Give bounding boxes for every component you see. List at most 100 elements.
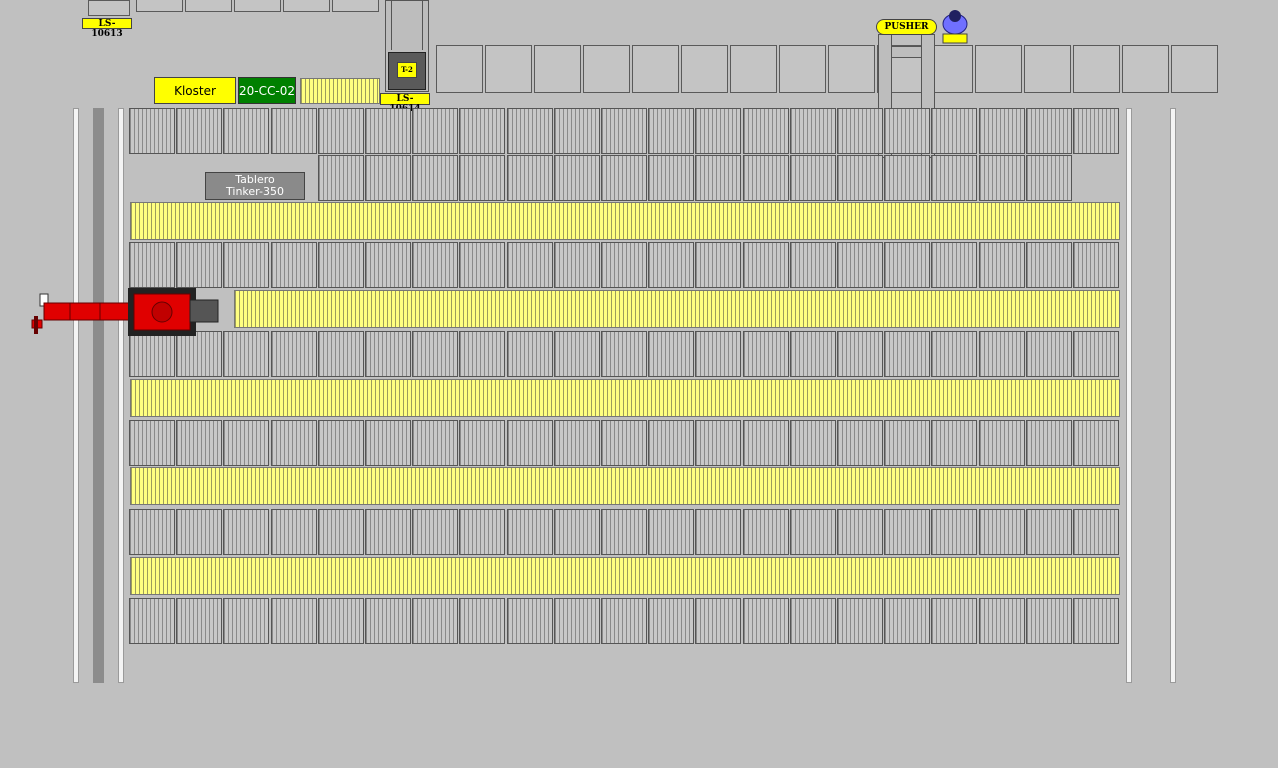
storage-bay[interactable] — [318, 242, 364, 288]
tablero-label[interactable]: Tablero Tinker-350 — [205, 172, 305, 200]
storage-bay[interactable] — [507, 420, 553, 466]
top-cell[interactable] — [485, 45, 532, 93]
storage-bay[interactable] — [837, 155, 883, 201]
storage-bay[interactable] — [648, 242, 694, 288]
storage-bay[interactable] — [1026, 598, 1072, 644]
top-cell[interactable] — [1073, 45, 1120, 93]
storage-bay[interactable] — [884, 155, 930, 201]
storage-bay[interactable] — [837, 598, 883, 644]
storage-bay[interactable] — [176, 509, 222, 555]
transfer-t2-tag[interactable]: T-2 — [397, 62, 417, 78]
storage-bay[interactable] — [459, 108, 505, 154]
top-cell[interactable] — [534, 45, 581, 93]
top-cell[interactable] — [583, 45, 630, 93]
storage-bay[interactable] — [837, 331, 883, 377]
storage-bay[interactable] — [884, 242, 930, 288]
top-cell[interactable] — [632, 45, 679, 93]
storage-bay[interactable] — [176, 420, 222, 466]
top-partial-cell[interactable] — [283, 0, 330, 12]
storage-bay[interactable] — [365, 108, 411, 154]
top-cell[interactable] — [828, 45, 875, 93]
storage-bay[interactable] — [318, 331, 364, 377]
kloster-label[interactable]: Kloster — [154, 77, 236, 104]
operator-icon[interactable] — [940, 6, 970, 46]
storage-bay[interactable] — [412, 331, 458, 377]
storage-bay[interactable] — [365, 598, 411, 644]
top-cell[interactable] — [681, 45, 728, 93]
storage-bay[interactable] — [743, 598, 789, 644]
storage-bay[interactable] — [271, 331, 317, 377]
storage-bay[interactable] — [365, 420, 411, 466]
storage-bay[interactable] — [507, 155, 553, 201]
storage-bay[interactable] — [1026, 509, 1072, 555]
storage-bay[interactable] — [271, 242, 317, 288]
storage-bay[interactable] — [1026, 331, 1072, 377]
storage-bay[interactable] — [695, 242, 741, 288]
storage-bay[interactable] — [318, 155, 364, 201]
storage-bay[interactable] — [931, 108, 977, 154]
pusher-label[interactable]: PUSHER — [876, 19, 937, 35]
storage-bay[interactable] — [979, 598, 1025, 644]
storage-bay[interactable] — [318, 509, 364, 555]
top-cell[interactable] — [436, 45, 483, 93]
storage-bay[interactable] — [601, 420, 647, 466]
storage-bay[interactable] — [223, 331, 269, 377]
storage-bay[interactable] — [507, 108, 553, 154]
storage-bay[interactable] — [554, 242, 600, 288]
storage-bay[interactable] — [601, 242, 647, 288]
storage-bay[interactable] — [507, 331, 553, 377]
storage-bay[interactable] — [790, 598, 836, 644]
storage-bay[interactable] — [459, 155, 505, 201]
storage-bay[interactable] — [979, 509, 1025, 555]
storage-bay[interactable] — [837, 509, 883, 555]
storage-bay[interactable] — [648, 108, 694, 154]
top-partial-cell[interactable] — [332, 0, 379, 12]
storage-bay[interactable] — [223, 420, 269, 466]
storage-bay[interactable] — [223, 509, 269, 555]
top-cell[interactable] — [730, 45, 777, 93]
storage-bay[interactable] — [648, 331, 694, 377]
storage-bay[interactable] — [884, 420, 930, 466]
top-partial-cell[interactable] — [136, 0, 183, 12]
storage-bay[interactable] — [884, 598, 930, 644]
storage-bay[interactable] — [601, 598, 647, 644]
top-cell[interactable] — [1122, 45, 1169, 93]
storage-bay[interactable] — [1073, 420, 1119, 466]
top-partial-cell[interactable] — [185, 0, 232, 12]
storage-bay[interactable] — [223, 598, 269, 644]
storage-bay[interactable] — [648, 420, 694, 466]
storage-bay[interactable] — [837, 242, 883, 288]
storage-bay[interactable] — [507, 242, 553, 288]
storage-bay[interactable] — [743, 420, 789, 466]
storage-bay[interactable] — [129, 108, 175, 154]
storage-bay[interactable] — [176, 108, 222, 154]
storage-bay[interactable] — [176, 598, 222, 644]
storage-bay[interactable] — [931, 598, 977, 644]
storage-bay[interactable] — [365, 155, 411, 201]
storage-bay[interactable] — [459, 420, 505, 466]
storage-bay[interactable] — [412, 108, 458, 154]
storage-bay[interactable] — [648, 509, 694, 555]
storage-bay[interactable] — [412, 509, 458, 555]
storage-bay[interactable] — [459, 509, 505, 555]
storage-bay[interactable] — [931, 509, 977, 555]
code-label[interactable]: 20-CC-02 — [238, 77, 296, 104]
storage-bay[interactable] — [743, 108, 789, 154]
storage-bay[interactable] — [412, 598, 458, 644]
storage-bay[interactable] — [601, 331, 647, 377]
storage-bay[interactable] — [129, 420, 175, 466]
storage-bay[interactable] — [129, 242, 175, 288]
storage-bay[interactable] — [931, 420, 977, 466]
storage-bay[interactable] — [695, 331, 741, 377]
storage-bay[interactable] — [554, 420, 600, 466]
top-cell[interactable] — [1024, 45, 1071, 93]
storage-bay[interactable] — [1073, 108, 1119, 154]
top-partial-cell[interactable] — [234, 0, 281, 12]
storage-bay[interactable] — [412, 242, 458, 288]
storage-bay[interactable] — [695, 108, 741, 154]
storage-bay[interactable] — [554, 108, 600, 154]
storage-bay[interactable] — [1073, 242, 1119, 288]
storage-bay[interactable] — [365, 331, 411, 377]
storage-bay[interactable] — [365, 509, 411, 555]
storage-bay[interactable] — [979, 331, 1025, 377]
